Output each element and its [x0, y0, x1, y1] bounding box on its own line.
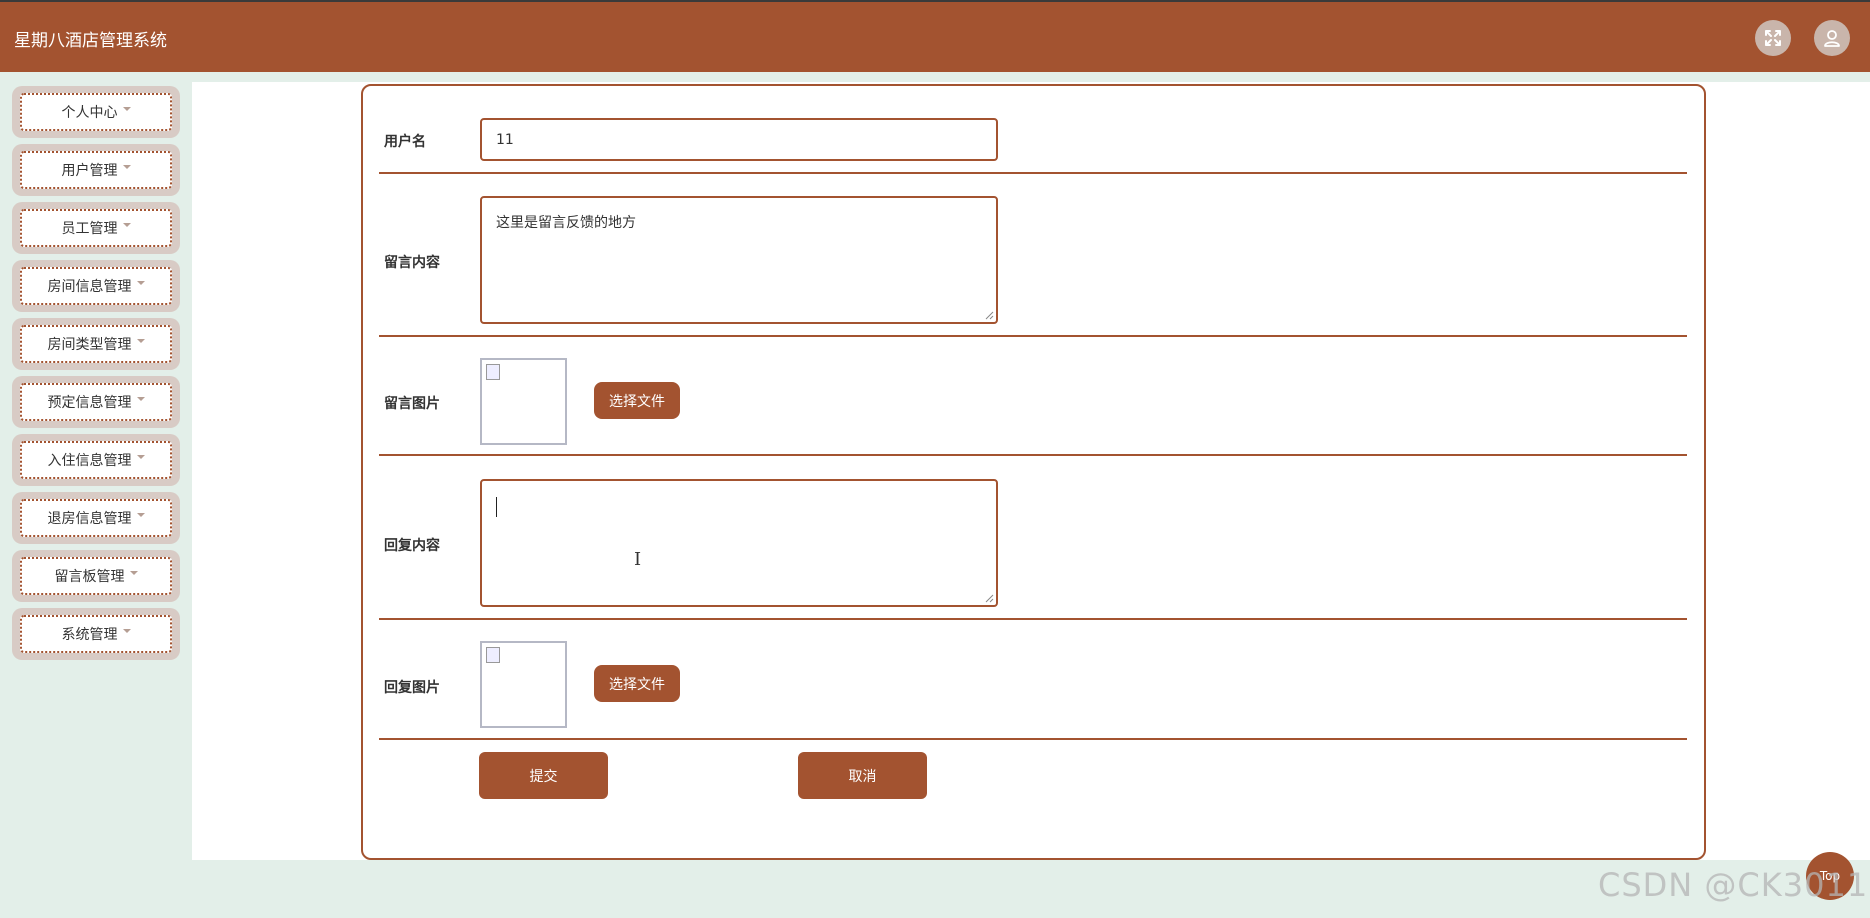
- text-cursor: [496, 497, 497, 517]
- row-divider: [379, 454, 1687, 456]
- broken-image-icon: [486, 364, 500, 380]
- app-title: 星期八酒店管理系统: [14, 31, 167, 51]
- broken-image-icon: [486, 647, 500, 663]
- sidebar-item-label: 预定信息管理: [47, 395, 132, 411]
- sidebar-item-reservation[interactable]: 预定信息管理: [12, 376, 180, 428]
- reply-image-preview: [480, 641, 567, 728]
- reply-image-choose-file-button[interactable]: 选择文件: [594, 665, 680, 702]
- sidebar-item-label: 房间类型管理: [47, 337, 132, 353]
- row-divider: [379, 335, 1687, 337]
- message-content-text: 这里是留言反馈的地方: [496, 215, 636, 231]
- sidebar-item-label: 留言板管理: [54, 569, 125, 585]
- reply-content-label: 回复内容: [384, 538, 440, 554]
- sidebar-item-check-out[interactable]: 退房信息管理: [12, 492, 180, 544]
- sidebar-item-label: 房间信息管理: [47, 279, 132, 295]
- sidebar-item-label: 用户管理: [61, 163, 118, 179]
- row-divider: [379, 738, 1687, 740]
- sidebar-item-personal-center[interactable]: 个人中心: [12, 86, 180, 138]
- message-image-preview: [480, 358, 567, 445]
- top-header: 星期八酒店管理系统: [0, 0, 1870, 72]
- sidebar-item-room-info[interactable]: 房间信息管理: [12, 260, 180, 312]
- message-image-label: 留言图片: [384, 396, 440, 412]
- caret-down-icon: [136, 455, 145, 459]
- message-image-choose-file-button[interactable]: 选择文件: [594, 382, 680, 419]
- message-content-textarea[interactable]: 这里是留言反馈的地方: [480, 196, 998, 324]
- sidebar-item-label: 系统管理: [61, 627, 118, 643]
- submit-button[interactable]: 提交: [479, 752, 608, 799]
- caret-down-icon: [122, 629, 131, 633]
- caret-down-icon: [136, 513, 145, 517]
- username-label: 用户名: [384, 134, 426, 150]
- cancel-button[interactable]: 取消: [798, 752, 927, 799]
- reply-image-label: 回复图片: [384, 680, 440, 696]
- caret-down-icon: [122, 165, 131, 169]
- sidebar-item-user-management[interactable]: 用户管理: [12, 144, 180, 196]
- sidebar-item-message-board[interactable]: 留言板管理: [12, 550, 180, 602]
- reply-content-textarea[interactable]: I: [480, 479, 998, 607]
- watermark: CSDN @CK3011: [1598, 866, 1869, 904]
- sidebar-item-room-type[interactable]: 房间类型管理: [12, 318, 180, 370]
- caret-down-icon: [136, 339, 145, 343]
- user-icon: [1824, 30, 1840, 47]
- sidebar-item-staff-management[interactable]: 员工管理: [12, 202, 180, 254]
- user-menu-button[interactable]: [1814, 20, 1850, 56]
- username-input[interactable]: 11: [480, 118, 998, 161]
- ibeam-cursor-icon: I: [634, 549, 642, 570]
- fullscreen-button[interactable]: [1755, 20, 1791, 56]
- sidebar-item-check-in[interactable]: 入住信息管理: [12, 434, 180, 486]
- sidebar-item-label: 员工管理: [61, 221, 118, 237]
- message-content-label: 留言内容: [384, 255, 440, 271]
- caret-down-icon: [122, 223, 131, 227]
- resize-handle-icon[interactable]: [984, 593, 994, 603]
- sidebar-item-system[interactable]: 系统管理: [12, 608, 180, 660]
- caret-down-icon: [136, 397, 145, 401]
- caret-down-icon: [122, 107, 131, 111]
- sidebar-item-label: 入住信息管理: [47, 453, 132, 469]
- resize-handle-icon[interactable]: [984, 310, 994, 320]
- sidebar-item-label: 退房信息管理: [47, 511, 132, 527]
- row-divider: [379, 172, 1687, 174]
- row-divider: [379, 618, 1687, 620]
- caret-down-icon: [129, 571, 138, 575]
- sidebar-item-label: 个人中心: [61, 105, 118, 121]
- caret-down-icon: [136, 281, 145, 285]
- fullscreen-icon: [1765, 30, 1781, 46]
